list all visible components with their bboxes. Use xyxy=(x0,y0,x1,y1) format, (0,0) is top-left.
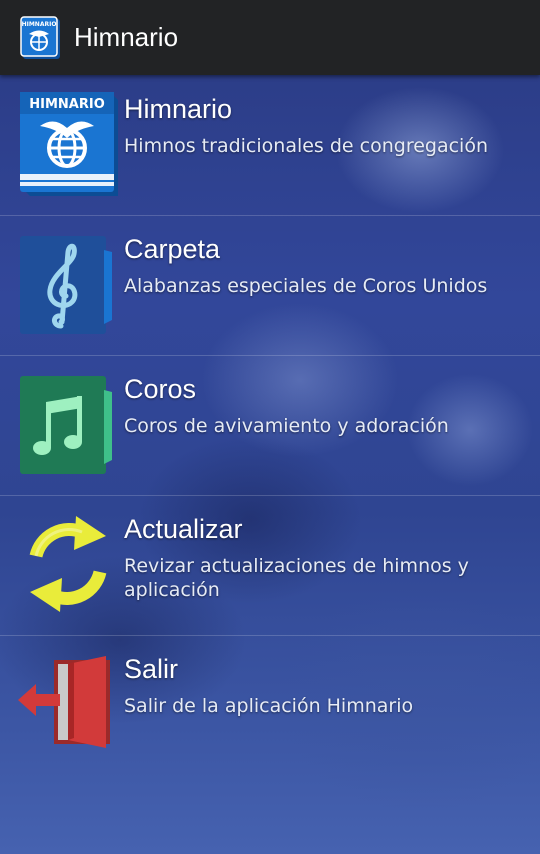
menu-item-actualizar[interactable]: Actualizar Revizar actualizaciones de hi… xyxy=(0,496,540,636)
menu-item-subtitle: Salir de la aplicación Himnario xyxy=(124,695,414,717)
menu-item-title: Carpeta xyxy=(124,234,221,264)
menu-item-title: Coros xyxy=(124,374,197,404)
menu-item-subtitle: Revizar actualizaciones de himnos y apli… xyxy=(124,555,469,601)
main-menu: HIMNARIO Himnario Himnos tradicionales d… xyxy=(0,76,540,775)
menu-item-salir[interactable]: Salir Salir de la aplicación Himnario xyxy=(0,636,540,775)
menu-item-carpeta[interactable]: Carpeta Alabanzas especiales de Coros Un… xyxy=(0,216,540,356)
menu-item-coros[interactable]: Coros Coros de avivamiento y adoración xyxy=(0,356,540,496)
menu-item-himnario[interactable]: HIMNARIO Himnario Himnos tradicionales d… xyxy=(0,76,540,216)
refresh-arrows-icon xyxy=(16,510,120,620)
app-logo-icon[interactable]: HIMNARIO xyxy=(20,15,62,60)
music-note-folder-icon xyxy=(16,370,120,480)
himnario-book-icon: HIMNARIO xyxy=(16,90,120,200)
menu-item-title: Himnario xyxy=(124,94,233,124)
menu-item-subtitle: Himnos tradicionales de congregación xyxy=(124,135,489,157)
treble-clef-folder-icon xyxy=(16,230,120,340)
himnario-book-label: HIMNARIO xyxy=(29,97,105,112)
menu-item-subtitle: Alabanzas especiales de Coros Unidos xyxy=(124,275,488,297)
app-title: Himnario xyxy=(74,22,179,52)
app-logo-label: HIMNARIO xyxy=(22,21,57,28)
menu-item-title: Actualizar xyxy=(124,514,243,544)
action-bar: HIMNARIO Himnario xyxy=(0,0,540,75)
exit-door-icon xyxy=(16,650,120,760)
menu-item-subtitle: Coros de avivamiento y adoración xyxy=(124,415,449,437)
menu-item-title: Salir xyxy=(124,654,179,684)
